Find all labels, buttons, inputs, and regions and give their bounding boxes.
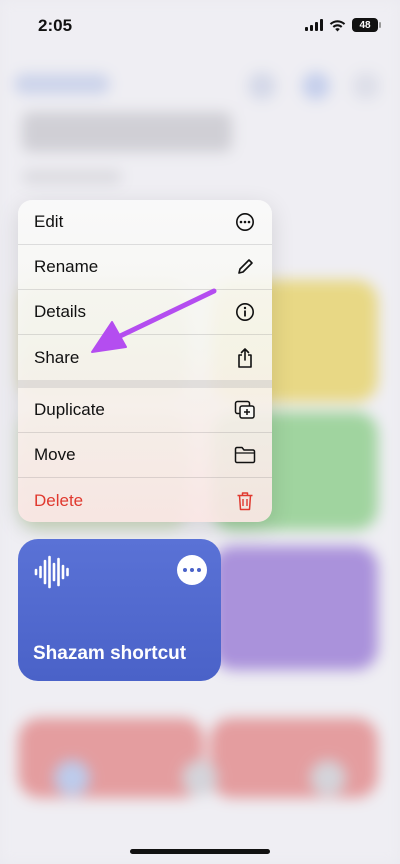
info-circle-icon	[234, 301, 256, 323]
duplicate-icon	[234, 399, 256, 421]
menu-item-move[interactable]: Move	[18, 433, 272, 478]
cellular-signal-icon	[305, 19, 323, 31]
menu-item-share[interactable]: Share	[18, 335, 272, 380]
more-options-button[interactable]	[177, 555, 207, 585]
trash-icon	[234, 490, 256, 512]
menu-item-label: Rename	[34, 257, 99, 276]
menu-item-details[interactable]: Details	[18, 290, 272, 335]
wifi-icon	[329, 19, 346, 31]
shortcut-title: Shazam shortcut	[33, 643, 187, 664]
menu-item-delete[interactable]: Delete	[18, 478, 272, 522]
menu-section-separator	[18, 380, 272, 388]
menu-item-rename[interactable]: Rename	[18, 245, 272, 290]
status-icons: 48	[305, 18, 381, 32]
waveform-icon	[34, 555, 69, 589]
share-icon	[234, 347, 256, 369]
home-indicator[interactable]	[130, 849, 270, 854]
pencil-icon	[234, 256, 256, 278]
context-menu: Edit Rename Details Share Duplicate Move	[18, 200, 272, 522]
menu-item-edit[interactable]: Edit	[18, 200, 272, 245]
menu-item-label: Delete	[34, 490, 84, 510]
battery-indicator: 48	[352, 18, 381, 32]
status-bar: 2:05 48	[0, 0, 400, 50]
menu-item-label: Duplicate	[34, 400, 105, 419]
menu-item-label: Edit	[34, 212, 64, 231]
menu-item-label: Share	[34, 347, 80, 367]
shortcut-card[interactable]: Shazam shortcut	[18, 539, 221, 681]
ellipsis-circle-icon	[234, 211, 256, 233]
menu-item-duplicate[interactable]: Duplicate	[18, 388, 272, 433]
status-time: 2:05	[38, 16, 73, 35]
menu-item-label: Move	[34, 445, 76, 464]
menu-item-label: Details	[34, 302, 86, 321]
folder-icon	[234, 444, 256, 466]
